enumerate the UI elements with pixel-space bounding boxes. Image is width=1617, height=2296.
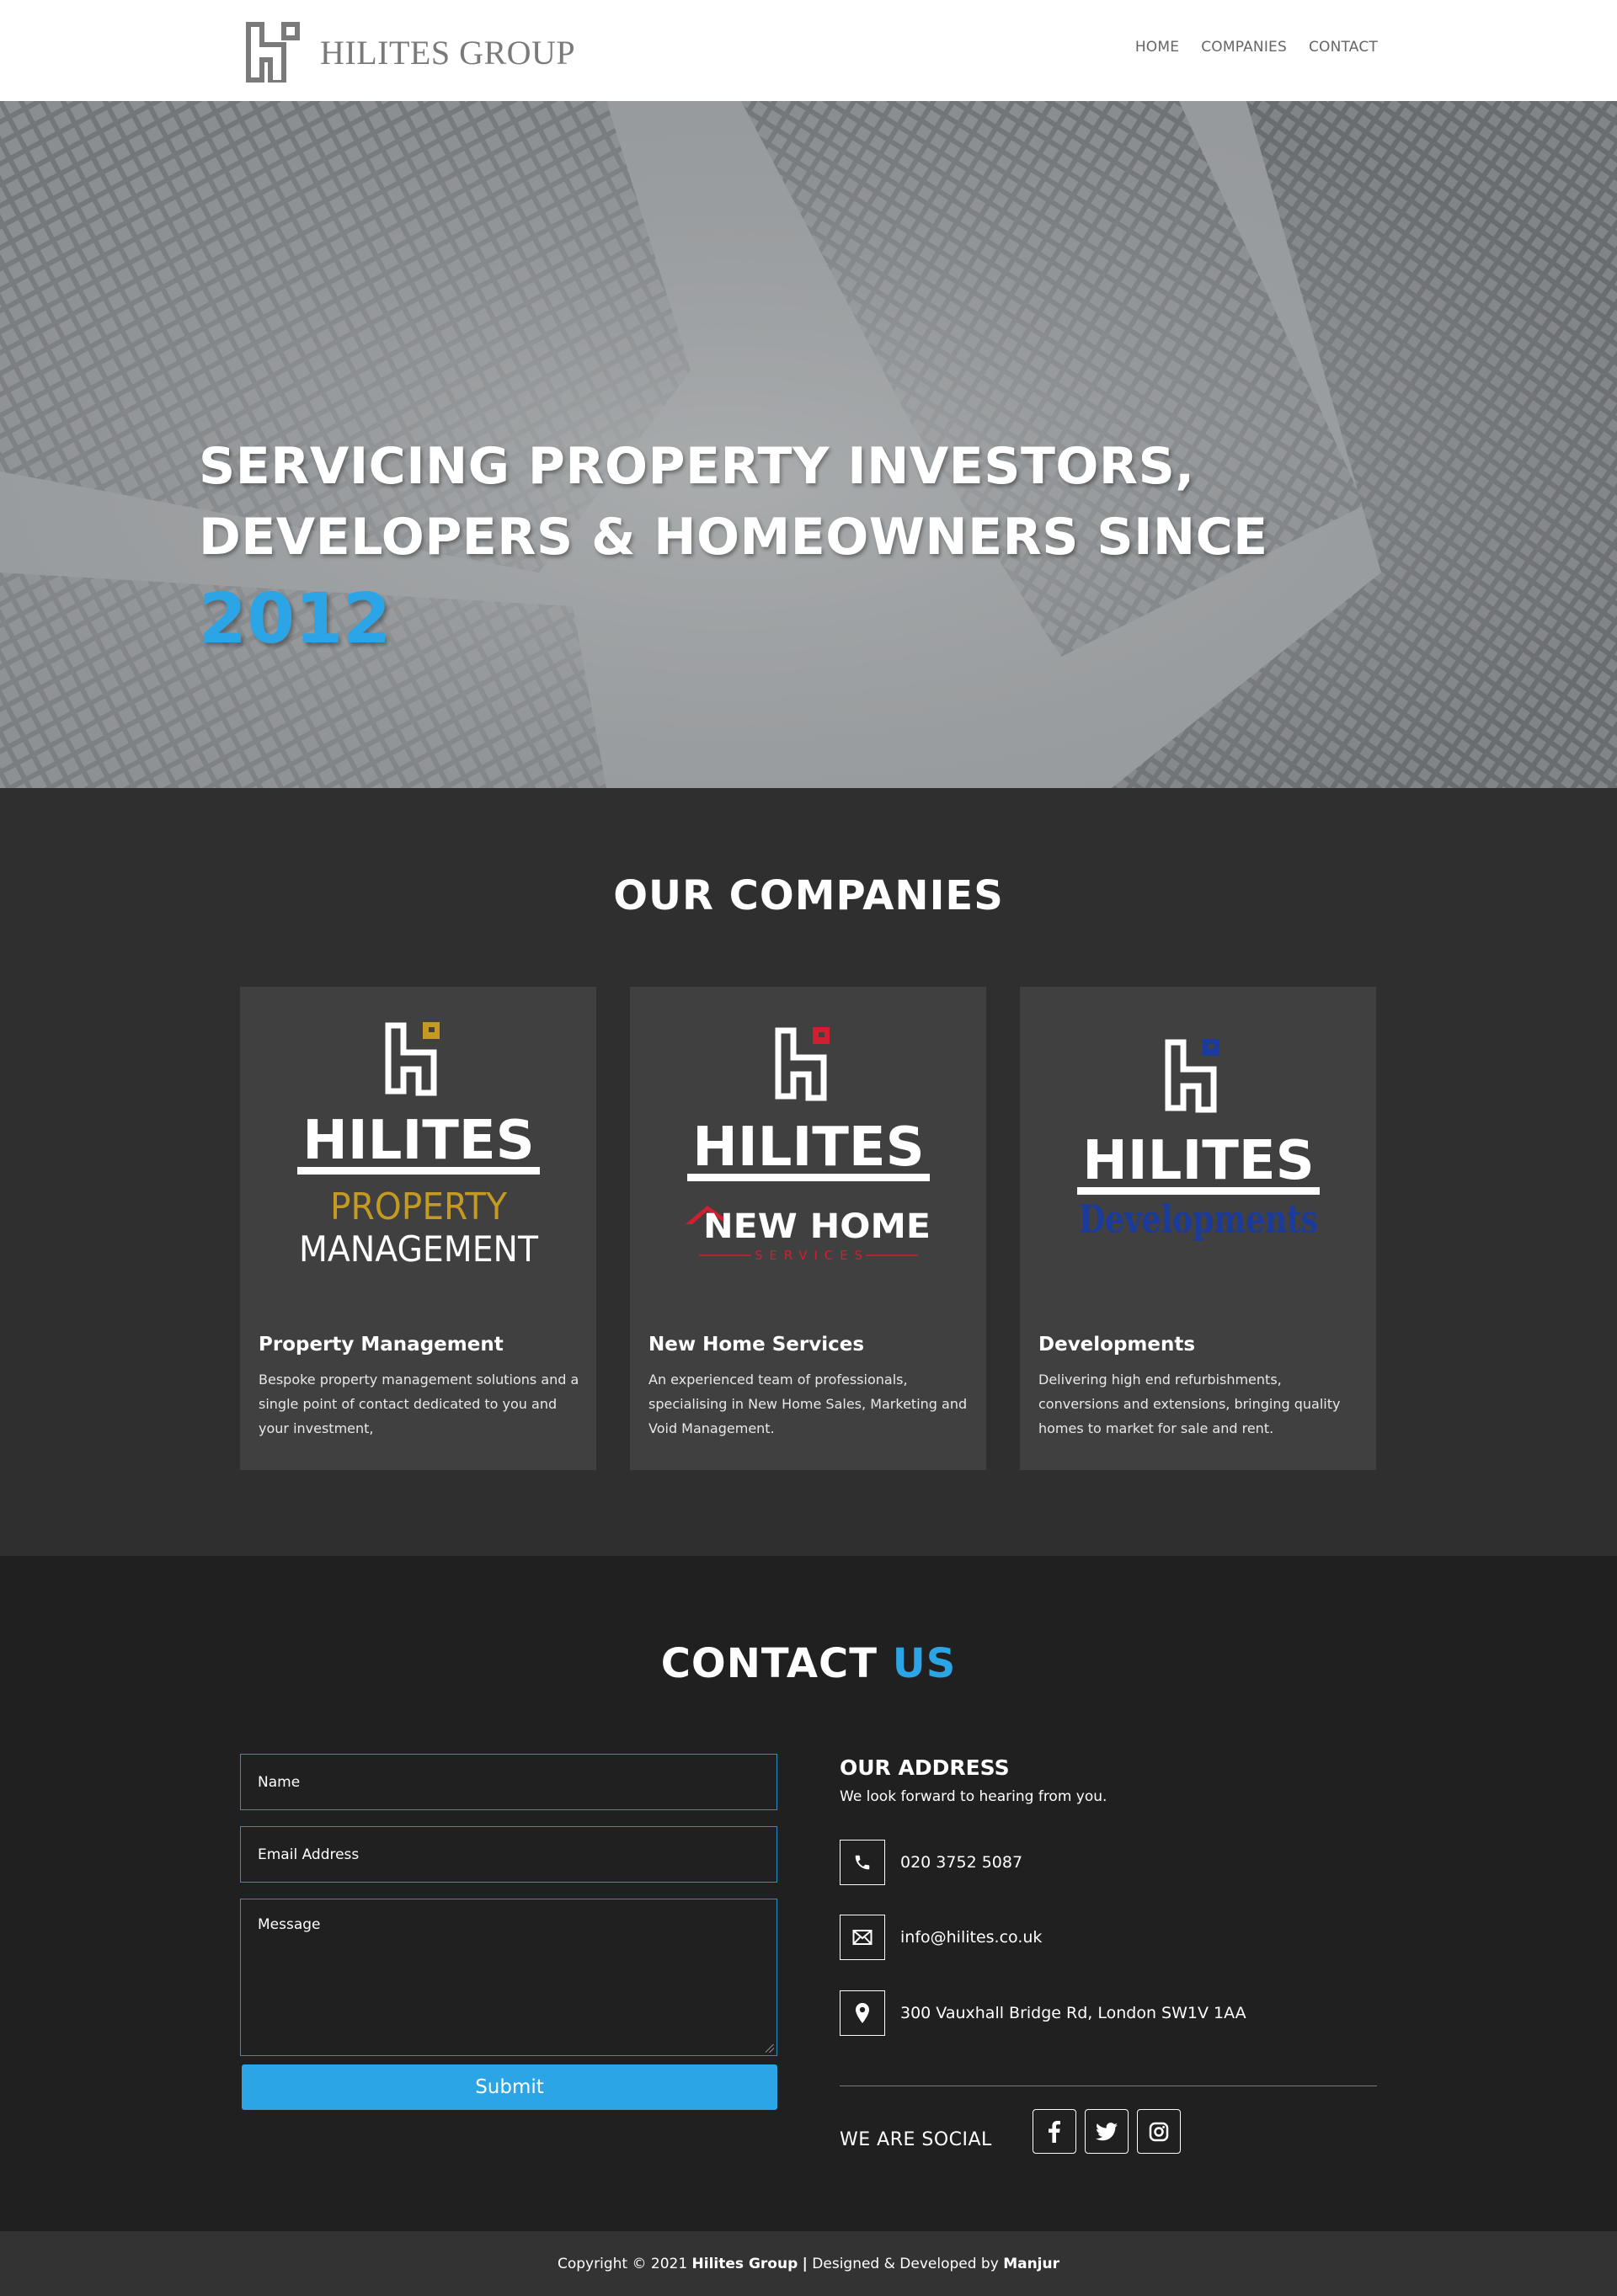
- site-logo[interactable]: HILITES GROUP: [246, 22, 575, 83]
- email-input[interactable]: Email Address: [240, 1826, 777, 1883]
- street-address: 300 Vauxhall Bridge Rd, London SW1V 1AA: [900, 2004, 1246, 2022]
- instagram-button[interactable]: [1137, 2109, 1181, 2154]
- hero-title-line-1: SERVICING PROPERTY INVESTORS,: [199, 437, 1195, 496]
- developments-logo: HILITES Developments: [1020, 1017, 1376, 1295]
- nav-contact[interactable]: CONTACT: [1309, 39, 1378, 56]
- twitter-icon: [1096, 2122, 1118, 2140]
- contact-title: CONTACT US: [0, 1556, 1617, 1687]
- email-address[interactable]: info@hilites.co.uk: [900, 1928, 1042, 1947]
- footer-designer[interactable]: Manjur: [1003, 2256, 1059, 2272]
- address-block: OUR ADDRESS We look forward to hearing f…: [840, 1755, 1377, 2154]
- main-nav: HOME COMPANIES CONTACT: [1135, 39, 1378, 56]
- contact-form: Name Email Address Message Submit: [240, 1754, 777, 2110]
- email-item[interactable]: info@hilites.co.uk: [840, 1915, 1042, 1960]
- designed-by: Designed & Developed by: [812, 2255, 999, 2272]
- facebook-button[interactable]: [1033, 2109, 1076, 2154]
- footer-text: Copyright © 2021 Hilites Group | Designe…: [558, 2256, 1059, 2272]
- copyright-prefix: Copyright © 2021: [558, 2255, 688, 2272]
- address-title: OUR ADDRESS: [840, 1755, 1010, 1780]
- social-links: [1033, 2109, 1181, 2154]
- company-card-developments[interactable]: HILITES Developments Developments Delive…: [1020, 987, 1376, 1470]
- footer-company[interactable]: Hilites Group: [692, 2256, 798, 2272]
- property-management-logo: HILITES PROPERTY MANAGEMENT: [240, 1017, 596, 1295]
- envelope-icon: [840, 1915, 885, 1960]
- logo-sub-2: MANAGEMENT: [299, 1228, 538, 1270]
- logo-sub-1: Developments: [1079, 1196, 1318, 1242]
- company-description: Bespoke property management solutions an…: [259, 1372, 579, 1436]
- logo-word: HILITES: [302, 1110, 534, 1172]
- companies-title: OUR COMPANIES: [613, 872, 1004, 919]
- instagram-icon: [1149, 2122, 1169, 2141]
- companies-section: OUR COMPANIES HILITES PROPERTY MANAGEMEN…: [0, 788, 1617, 1556]
- company-description: Delivering high end refurbishments, conv…: [1038, 1372, 1341, 1436]
- phone-number[interactable]: 020 3752 5087: [900, 1853, 1022, 1872]
- submit-button[interactable]: Submit: [242, 2064, 777, 2110]
- hilites-logo-icon: [246, 22, 300, 83]
- footer-separator: |: [802, 2255, 808, 2272]
- hero-text: SERVICING PROPERTY INVESTORS, DEVELOPERS…: [199, 431, 1268, 659]
- contact-section: CONTACT US Name Email Address Message Su…: [0, 1556, 1617, 2231]
- nav-home[interactable]: HOME: [1135, 39, 1179, 56]
- name-placeholder: Name: [258, 1773, 301, 1791]
- location-item: 300 Vauxhall Bridge Rd, London SW1V 1AA: [840, 1990, 1246, 2036]
- logo-sub-1: NEW HOME: [703, 1207, 931, 1246]
- logo-sub-1: PROPERTY: [330, 1185, 507, 1228]
- logo-word: HILITES: [692, 1116, 924, 1179]
- message-textarea[interactable]: Message: [240, 1899, 777, 2056]
- company-description: An experienced team of professionals, sp…: [648, 1372, 968, 1436]
- hero-title-line-2: DEVELOPERS & HOMEOWNERS SINCE: [199, 508, 1268, 567]
- hilites-property-management-logo-icon: HILITES PROPERTY MANAGEMENT: [296, 1022, 540, 1270]
- logo-word: HILITES: [1082, 1130, 1314, 1192]
- company-title: New Home Services: [648, 1334, 865, 1356]
- map-pin-icon: [840, 1990, 885, 2036]
- logo-sub-2: SERVICES: [755, 1248, 862, 1263]
- nav-companies[interactable]: COMPANIES: [1201, 39, 1287, 56]
- social-label: WE ARE SOCIAL: [840, 2129, 992, 2150]
- address-subtitle: We look forward to hearing from you.: [840, 1788, 1107, 1805]
- contact-title-main: CONTACT: [660, 1640, 878, 1687]
- hilites-new-home-services-logo-icon: HILITES NEW HOME SERVICES: [685, 1027, 931, 1263]
- company-cards: HILITES PROPERTY MANAGEMENT Property Man…: [240, 987, 1376, 1470]
- company-card-property-management[interactable]: HILITES PROPERTY MANAGEMENT Property Man…: [240, 987, 596, 1470]
- contact-title-accent: US: [892, 1640, 957, 1687]
- new-home-services-logo: HILITES NEW HOME SERVICES: [630, 1017, 986, 1295]
- twitter-button[interactable]: [1085, 2109, 1129, 2154]
- phone-item[interactable]: 020 3752 5087: [840, 1840, 1022, 1885]
- phone-icon: [840, 1840, 885, 1885]
- company-card-new-home-services[interactable]: HILITES NEW HOME SERVICES New Home Servi…: [630, 987, 986, 1470]
- email-placeholder: Email Address: [258, 1846, 360, 1863]
- hero-section: SERVICING PROPERTY INVESTORS, DEVELOPERS…: [0, 101, 1617, 788]
- site-header: HILITES GROUP HOME COMPANIES CONTACT: [0, 0, 1617, 101]
- message-placeholder: Message: [258, 1916, 321, 1933]
- name-input[interactable]: Name: [240, 1754, 777, 1810]
- facebook-icon: [1049, 2120, 1060, 2143]
- logo-text: HILITES GROUP: [320, 33, 576, 72]
- hilites-developments-logo-icon: HILITES Developments: [1076, 1039, 1320, 1242]
- hero-year: 2012: [199, 579, 392, 659]
- site-footer: Copyright © 2021 Hilites Group | Designe…: [0, 2231, 1617, 2296]
- resize-handle-icon[interactable]: [766, 2044, 774, 2053]
- company-title: Property Management: [259, 1334, 504, 1356]
- company-title: Developments: [1038, 1334, 1196, 1356]
